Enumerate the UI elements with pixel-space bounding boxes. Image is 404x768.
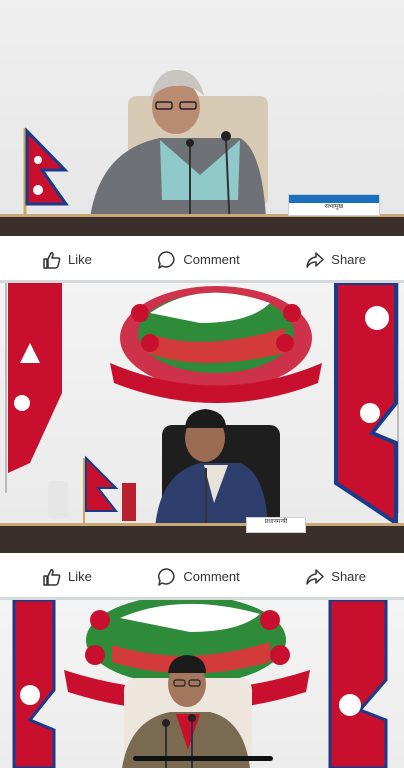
share-arrow-icon	[305, 567, 325, 587]
like-button[interactable]: Like	[42, 567, 92, 587]
share-label: Share	[331, 252, 366, 267]
post-1-image[interactable]: सभामुख	[0, 0, 404, 236]
post-1-action-bar: Like Comment Share	[0, 236, 404, 283]
share-button[interactable]: Share	[305, 250, 366, 270]
like-button[interactable]: Like	[42, 250, 92, 270]
share-arrow-icon	[305, 250, 325, 270]
speech-bubble-icon	[157, 567, 177, 587]
thumbs-up-icon	[42, 567, 62, 587]
post-2-action-bar: Like Comment Share	[0, 553, 404, 600]
comment-button[interactable]: Comment	[157, 250, 240, 270]
share-label: Share	[331, 569, 366, 584]
post-3-image[interactable]	[0, 600, 404, 768]
name-plate: सभामुख	[288, 194, 380, 216]
share-button[interactable]: Share	[305, 567, 366, 587]
name-plate: प्रधानमन्त्री	[246, 517, 306, 533]
comment-button[interactable]: Comment	[157, 567, 240, 587]
like-label: Like	[68, 569, 92, 584]
post-2-image[interactable]: प्रधानमन्त्री	[0, 283, 404, 553]
post-2-photo	[0, 283, 404, 553]
home-indicator[interactable]	[133, 756, 273, 761]
speech-bubble-icon	[157, 250, 177, 270]
like-label: Like	[68, 252, 92, 267]
comment-label: Comment	[183, 252, 240, 267]
post-3-photo	[12, 600, 388, 768]
comment-label: Comment	[183, 569, 240, 584]
thumbs-up-icon	[42, 250, 62, 270]
